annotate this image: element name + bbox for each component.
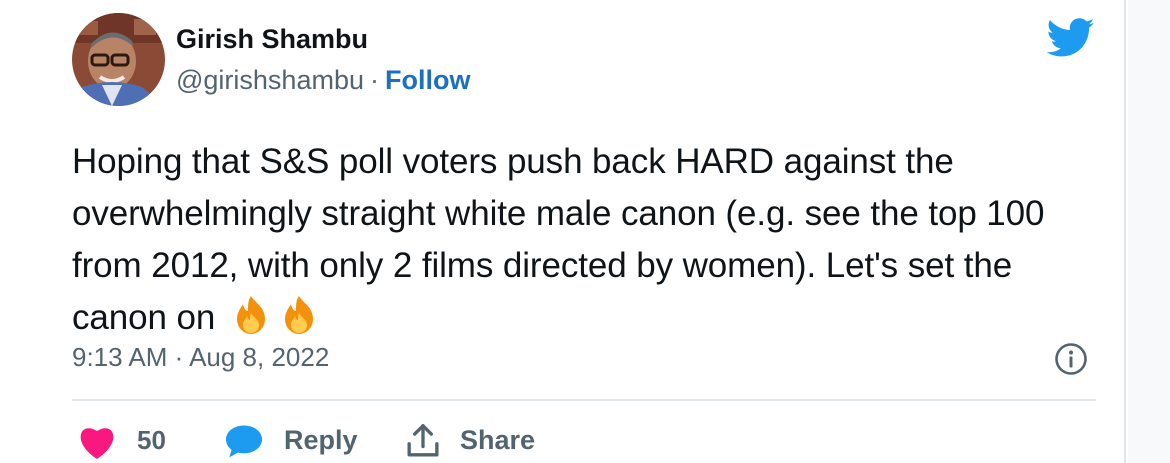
twitter-bird-icon[interactable] <box>1047 18 1095 58</box>
like-button[interactable]: 50 <box>76 418 166 463</box>
author-name[interactable]: Girish Shambu <box>176 24 368 55</box>
tweet-actions: 50 Reply Share <box>72 418 1072 463</box>
like-count: 50 <box>137 425 166 455</box>
share-button[interactable]: Share <box>406 418 535 463</box>
divider <box>72 399 1096 401</box>
separator-dot: · <box>370 65 379 95</box>
fire-emoji <box>236 296 265 334</box>
tweet-text: Hoping that S&S poll voters push back HA… <box>72 136 1112 344</box>
share-icon <box>407 423 439 457</box>
reply-label: Reply <box>284 425 358 455</box>
reply-button[interactable]: Reply <box>224 418 358 463</box>
reply-bubble-icon <box>226 424 262 457</box>
author-handle-row: @girishshambu · Follow <box>176 65 470 96</box>
heart-icon <box>80 427 114 459</box>
follow-button[interactable]: Follow <box>385 65 470 95</box>
author-handle[interactable]: @girishshambu <box>176 65 364 95</box>
info-icon[interactable] <box>1054 342 1088 376</box>
tweet-card: Girish Shambu @girishshambu · Follow Hopin… <box>0 0 1126 463</box>
avatar[interactable] <box>72 13 165 106</box>
tweet-body: Hoping that S&S poll voters push back HA… <box>72 142 1045 337</box>
page-background-edge <box>1128 0 1170 463</box>
fire-emoji <box>284 296 313 334</box>
share-label: Share <box>460 425 536 455</box>
tweet-timestamp[interactable]: 9:13 AM · Aug 8, 2022 <box>72 342 329 373</box>
